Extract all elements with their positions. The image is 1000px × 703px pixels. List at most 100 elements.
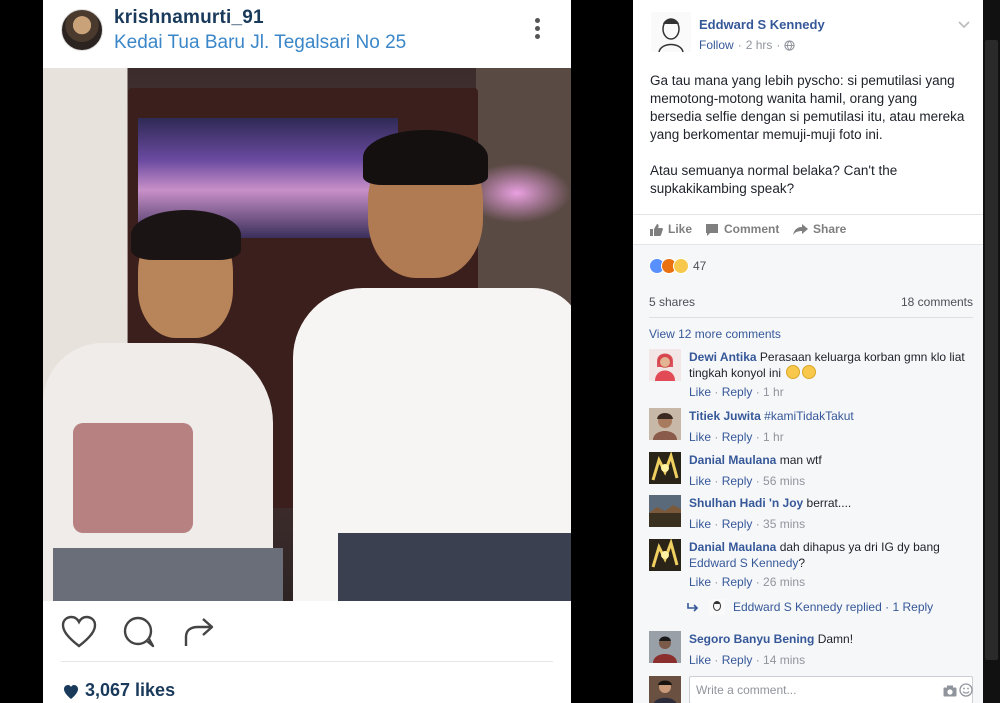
instagram-username[interactable]: krishnamurti_91 xyxy=(114,7,264,29)
post-time[interactable]: 2 hrs xyxy=(746,38,773,52)
instagram-photo[interactable] xyxy=(43,68,571,601)
comments-section: 47 5 shares 18 comments View 12 more com… xyxy=(633,244,983,703)
comment-reply-link[interactable]: Reply xyxy=(722,385,753,399)
comment-like-link[interactable]: Like xyxy=(689,575,711,589)
sad-emoji-icon xyxy=(786,365,801,379)
instagram-location[interactable]: Kedai Tua Baru Jl. Tegalsari No 25 xyxy=(114,32,406,54)
comment-like-link[interactable]: Like xyxy=(689,430,711,444)
commenter-name[interactable]: Dewi Antika xyxy=(689,350,757,364)
thumbs-up-icon xyxy=(650,223,663,236)
comment-time[interactable]: 26 mins xyxy=(763,575,805,589)
comment-body: Damn! xyxy=(817,632,854,646)
comment-reply-link[interactable]: Reply xyxy=(722,430,753,444)
commenter-avatar[interactable] xyxy=(649,631,681,663)
photo-person-right xyxy=(278,130,571,601)
likes-count: 3,067 likes xyxy=(85,679,176,700)
photo-person-left xyxy=(43,210,283,601)
globe-icon xyxy=(784,39,796,51)
post-text: Ga tau mana yang lebih pyscho: si pemuti… xyxy=(650,72,972,216)
commenter-name[interactable]: Titiek Juwita xyxy=(689,409,761,423)
commenter-avatar[interactable] xyxy=(649,495,681,527)
view-more-comments-link[interactable]: View 12 more comments xyxy=(649,327,781,341)
commenter-avatar[interactable] xyxy=(649,349,681,381)
comment-time[interactable]: 1 hr xyxy=(763,430,784,444)
current-user-avatar xyxy=(649,676,681,703)
comment-time[interactable]: 1 hr xyxy=(763,385,784,399)
like-button[interactable]: Like xyxy=(649,222,692,236)
comment-meta: Like · Reply · 26 mins xyxy=(689,575,806,589)
instagram-post-header: krishnamurti_91 Kedai Tua Baru Jl. Tegal… xyxy=(43,0,571,68)
author-name[interactable]: Eddward S Kennedy xyxy=(699,17,825,32)
comment-time[interactable]: 56 mins xyxy=(763,474,805,488)
commenter-avatar[interactable] xyxy=(649,451,681,484)
comment-text: Segoro Banyu Bening Damn! xyxy=(689,631,979,647)
share-button[interactable]: Share xyxy=(793,222,846,236)
comment-icon[interactable] xyxy=(121,615,157,649)
comment-meta: Like · Reply · 35 mins xyxy=(689,517,806,531)
comments-count-link[interactable]: 18 comments xyxy=(901,295,973,309)
commenter-name[interactable]: Danial Maulana xyxy=(689,453,776,467)
comment-mention[interactable]: Eddward S Kennedy xyxy=(689,556,798,570)
comment-body-suffix: ? xyxy=(798,556,806,570)
facebook-post-header: Eddward S Kennedy Follow · 2 hrs · xyxy=(633,0,983,60)
replies-summary-link[interactable]: Eddward S Kennedy replied · 1 Reply xyxy=(687,599,967,615)
shares-link[interactable]: 5 shares xyxy=(649,295,695,309)
post-action-bar: Like Comment Share xyxy=(633,214,983,244)
chevron-down-icon[interactable] xyxy=(957,17,971,31)
camera-icon[interactable] xyxy=(943,684,957,697)
share-icon[interactable] xyxy=(181,615,217,649)
reply-separator: · xyxy=(885,600,890,614)
comment-text: Dewi Antika Perasaan keluarga korban gmn… xyxy=(689,349,979,381)
comment-meta: Like · Reply · 1 hr xyxy=(689,385,784,399)
comment-text: Titiek Juwita #kamiTidakTakut xyxy=(689,408,979,424)
reply-count: 1 Reply xyxy=(892,600,934,614)
comment-reply-link[interactable]: Reply xyxy=(722,653,753,667)
heart-icon[interactable] xyxy=(61,615,97,649)
commenter-name[interactable]: Danial Maulana xyxy=(689,540,776,554)
comment-time[interactable]: 35 mins xyxy=(763,517,805,531)
replier-name: Eddward S Kennedy xyxy=(733,600,843,614)
post-paragraph-1: Ga tau mana yang lebih pyscho: si pemuti… xyxy=(650,73,965,142)
comment-reply-link[interactable]: Reply xyxy=(722,474,753,488)
comment-body: dah dihapus ya dri IG dy bang xyxy=(779,540,940,554)
comment-hashtag[interactable]: #kamiTidakTakut xyxy=(764,409,854,423)
comment-reply-link[interactable]: Reply xyxy=(722,575,753,589)
comment-like-link[interactable]: Like xyxy=(689,474,711,488)
comment-like-link[interactable]: Like xyxy=(689,517,711,531)
share-label: Share xyxy=(813,222,847,236)
scrollbar-thumb[interactable] xyxy=(985,40,998,660)
comment-reply-link[interactable]: Reply xyxy=(722,517,753,531)
more-options-icon[interactable] xyxy=(529,16,545,46)
likes-heart-icon xyxy=(64,685,78,699)
commenter-avatar[interactable] xyxy=(649,538,681,571)
follow-link[interactable]: Follow xyxy=(699,38,734,52)
facebook-post: Eddward S Kennedy Follow · 2 hrs · Ga ta… xyxy=(633,0,983,703)
reply-verb: replied xyxy=(845,600,882,614)
comment-body: berrat.... xyxy=(806,496,852,510)
emoji-icon[interactable] xyxy=(959,683,973,697)
author-avatar[interactable] xyxy=(651,12,691,53)
instagram-action-bar xyxy=(43,601,571,661)
commenter-avatar[interactable] xyxy=(649,408,681,440)
comment-meta: Like · Reply · 14 mins xyxy=(689,653,806,667)
comment-like-link[interactable]: Like xyxy=(689,385,711,399)
comment-label: Comment xyxy=(724,222,780,236)
instagram-divider xyxy=(61,661,553,662)
comment-text: Danial Maulana dah dihapus ya dri IG dy … xyxy=(689,539,979,571)
reactions-summary[interactable]: 47 xyxy=(649,258,706,274)
comment-time[interactable]: 14 mins xyxy=(763,653,805,667)
sad-emoji-icon xyxy=(802,365,817,379)
comment-button[interactable]: Comment xyxy=(705,222,779,236)
reply-arrow-icon xyxy=(687,603,699,612)
page-scrollbar[interactable] xyxy=(983,0,1000,703)
comment-input[interactable] xyxy=(689,676,973,703)
instagram-post: krishnamurti_91 Kedai Tua Baru Jl. Tegal… xyxy=(43,0,571,703)
instagram-likes[interactable]: 3,067 likes xyxy=(63,678,175,702)
comment-like-link[interactable]: Like xyxy=(689,653,711,667)
comment-meta: Like · Reply · 1 hr xyxy=(689,430,784,444)
stats-divider xyxy=(649,317,973,318)
instagram-avatar[interactable] xyxy=(61,9,103,51)
comment-body: man wtf xyxy=(779,453,822,467)
commenter-name[interactable]: Segoro Banyu Bening xyxy=(689,632,814,646)
commenter-name[interactable]: Shulhan Hadi 'n Joy xyxy=(689,496,803,510)
